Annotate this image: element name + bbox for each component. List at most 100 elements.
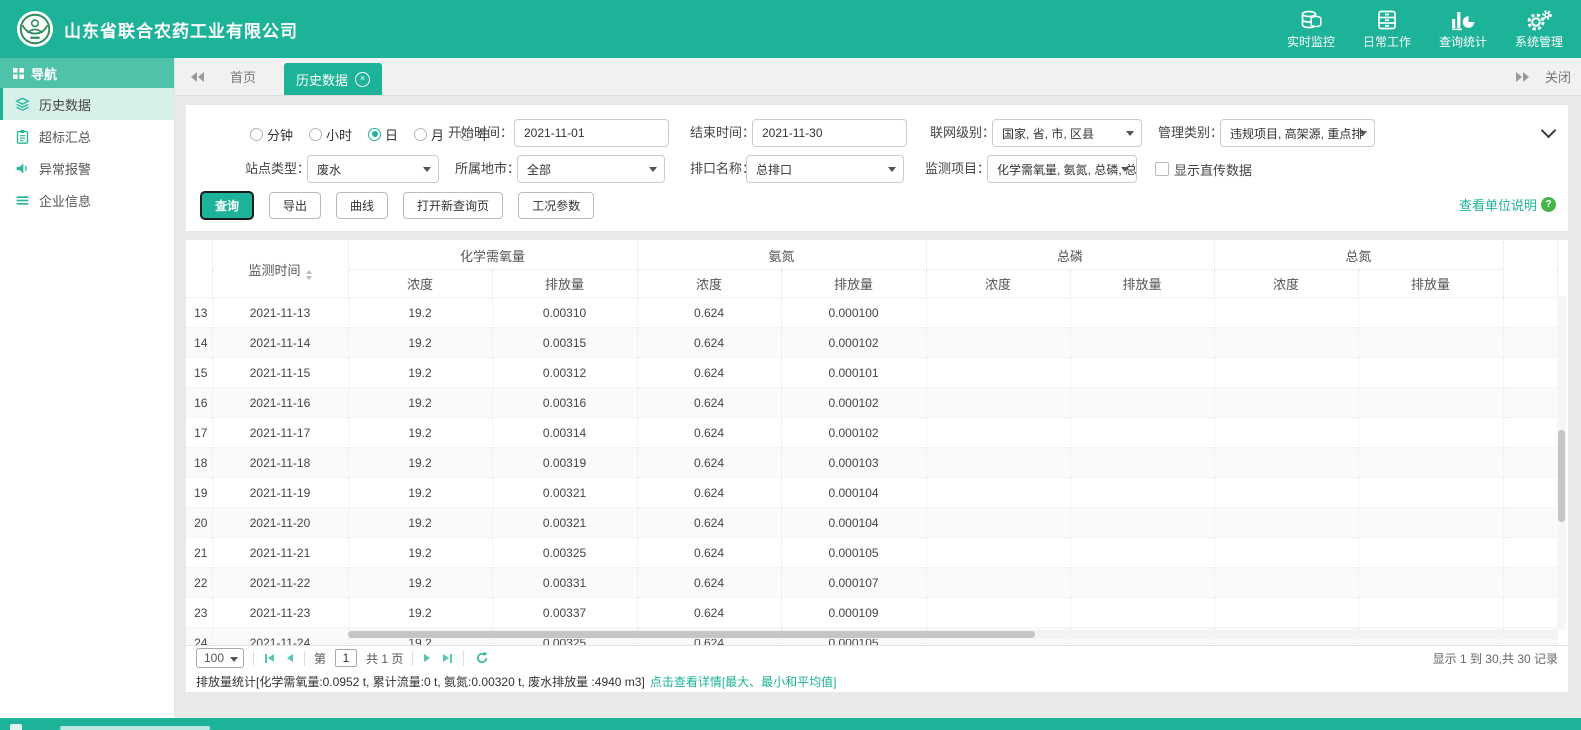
sidebar-item-1[interactable]: 历史数据 — [0, 88, 174, 120]
sub-header-concentration: 浓度 — [637, 270, 781, 298]
page-number-input[interactable] — [335, 649, 357, 667]
direct-data-label: 显示直传数据 — [1174, 160, 1252, 179]
table-row[interactable]: 132021-11-1319.20.003100.6240.000100 — [186, 298, 1557, 328]
top-nav-item-1[interactable]: 实时监控 — [1285, 9, 1337, 50]
vertical-scrollbar[interactable] — [1557, 296, 1566, 630]
view-details-link[interactable]: 点击查看详情[最大、最小和平均值] — [650, 673, 837, 690]
time-column-header[interactable]: 监测时间 — [212, 242, 348, 298]
period-radio-月[interactable]: 月 — [414, 125, 444, 144]
page-size-select[interactable]: 100 — [196, 648, 244, 668]
tabs-close-menu[interactable]: 关闭 — [1545, 67, 1571, 86]
tab-history-data[interactable]: 历史数据 — [284, 63, 382, 95]
network-level-value: 国家, 省, 市, 区县 — [1002, 125, 1094, 142]
sidebar-item-3[interactable]: 异常报警 — [0, 152, 174, 184]
sidebar-title: 导航 — [31, 64, 57, 83]
station-type-value: 废水 — [317, 161, 341, 178]
period-radio-日[interactable]: 日 — [368, 125, 398, 144]
management-category-select[interactable]: 违规项目, 高架源, 重点排 — [1220, 119, 1375, 147]
first-page-button[interactable] — [263, 652, 276, 665]
curve-button[interactable]: 曲线 — [336, 192, 388, 219]
top-nav-item-4[interactable]: 系统管理 — [1513, 9, 1565, 50]
top-nav-item-3[interactable]: 查询统计 — [1437, 9, 1489, 50]
table-row[interactable]: 172021-11-1719.20.003140.6240.000102 — [186, 418, 1557, 448]
monitor-date-cell: 2021-11-14 — [212, 328, 348, 358]
value-cell: 0.00315 — [492, 328, 637, 358]
value-cell — [1214, 388, 1358, 418]
emission-stats-text: 排放量统计[化学需氧量:0.0952 t, 累计流量:0 t, 氨氮:0.003… — [196, 673, 645, 690]
station-type-select[interactable]: 废水 — [307, 155, 439, 183]
value-cell — [1214, 478, 1358, 508]
value-cell: 0.000101 — [781, 358, 926, 388]
monitor-date-cell: 2021-11-21 — [212, 538, 348, 568]
value-cell: 0.000102 — [781, 418, 926, 448]
radio-icon[interactable] — [309, 128, 322, 141]
last-page-button[interactable] — [441, 652, 454, 665]
condition-params-button[interactable]: 工况参数 — [518, 192, 594, 219]
table-row[interactable]: 152021-11-1519.20.003120.6240.000101 — [186, 358, 1557, 388]
value-cell — [1214, 538, 1358, 568]
table-row[interactable]: 232021-11-2319.20.003370.6240.000109 — [186, 598, 1557, 628]
table-row[interactable]: 142021-11-1419.20.003150.6240.000102 — [186, 328, 1557, 358]
sidebar-item-4[interactable]: 企业信息 — [0, 184, 174, 216]
monitor-date-cell: 2021-11-23 — [212, 598, 348, 628]
outlet-name-select[interactable]: 总排口 — [746, 155, 904, 183]
radio-icon[interactable] — [250, 128, 263, 141]
refresh-icon[interactable] — [473, 649, 491, 667]
export-button[interactable]: 导出 — [269, 192, 321, 219]
tabs-scroll-left-icon[interactable] — [191, 72, 204, 82]
value-cell — [926, 448, 1070, 478]
direct-data-checkbox[interactable] — [1155, 162, 1169, 176]
tabs-scroll-right-icon[interactable] — [1516, 72, 1529, 82]
table-row[interactable]: 212021-11-2119.20.003250.6240.000105 — [186, 538, 1557, 568]
radio-label: 月 — [431, 125, 444, 144]
pagination-bar: 100 第 共 1 页 显示 1 到 30,共 30 记录 — [186, 645, 1568, 670]
row-number-cell: 21 — [186, 538, 212, 568]
table-row[interactable]: 182021-11-1819.20.003190.6240.000103 — [186, 448, 1557, 478]
table-row[interactable]: 192021-11-1919.20.003210.6240.000104 — [186, 478, 1557, 508]
period-radio-小时[interactable]: 小时 — [309, 125, 352, 144]
hscroll-thumb[interactable] — [348, 631, 1035, 638]
spacer-cell — [1503, 478, 1557, 508]
city-select[interactable]: 全部 — [517, 155, 665, 183]
filter-collapse-icon[interactable] — [1541, 123, 1557, 139]
horizontal-scrollbar[interactable] — [348, 630, 1557, 639]
footer-bar — [0, 718, 1581, 730]
value-cell: 0.624 — [637, 298, 781, 328]
vscroll-thumb[interactable] — [1558, 430, 1565, 522]
spacer-column-header — [1503, 242, 1557, 298]
unit-help-link[interactable]: 查看单位说明 — [1459, 195, 1556, 214]
table-row[interactable]: 202021-11-2019.20.003210.6240.000104 — [186, 508, 1557, 538]
sort-icon[interactable] — [306, 270, 312, 280]
radio-icon[interactable] — [414, 128, 427, 141]
direct-data-checkbox-wrap[interactable]: 显示直传数据 — [1155, 155, 1252, 183]
query-button[interactable]: 查询 — [200, 191, 254, 220]
radio-icon[interactable] — [368, 128, 381, 141]
monitor-date-cell: 2021-11-15 — [212, 358, 348, 388]
table-row[interactable]: 222021-11-2219.20.003310.6240.000107 — [186, 568, 1557, 598]
value-cell: 19.2 — [348, 508, 492, 538]
tab-close-icon[interactable] — [355, 72, 370, 87]
value-cell: 19.2 — [348, 598, 492, 628]
network-level-select[interactable]: 国家, 省, 市, 区县 — [992, 119, 1142, 147]
start-time-input[interactable] — [514, 119, 669, 147]
row-number-cell: 19 — [186, 478, 212, 508]
grid-icon — [13, 68, 24, 79]
end-time-input[interactable] — [752, 119, 907, 147]
value-cell — [1358, 508, 1503, 538]
period-radio-分钟[interactable]: 分钟 — [250, 125, 293, 144]
monitor-date-cell: 2021-11-18 — [212, 448, 348, 478]
value-cell: 0.624 — [637, 478, 781, 508]
sidebar-item-2[interactable]: 超标汇总 — [0, 120, 174, 152]
city-value: 全部 — [527, 161, 551, 178]
open-new-query-button[interactable]: 打开新查询页 — [403, 192, 503, 219]
value-cell — [926, 478, 1070, 508]
value-cell — [1214, 568, 1358, 598]
monitor-items-select[interactable]: 化学需氧量, 氨氮, 总磷, 总 — [987, 155, 1137, 183]
prev-page-button[interactable] — [285, 652, 295, 664]
start-time-label: 开始时间： — [448, 119, 513, 147]
next-page-button[interactable] — [422, 652, 432, 664]
table-row[interactable]: 162021-11-1619.20.003160.6240.000102 — [186, 388, 1557, 418]
tab-home[interactable]: 首页 — [230, 67, 256, 86]
top-nav-item-2[interactable]: 日常工作 — [1361, 9, 1413, 50]
row-number-cell: 20 — [186, 508, 212, 538]
